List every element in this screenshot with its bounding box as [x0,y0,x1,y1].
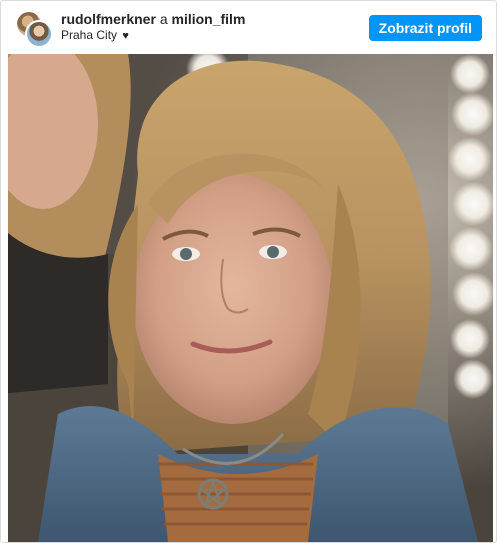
author-link-secondary[interactable]: milion_film [172,11,246,27]
post-header: rudolfmerkner a milion_film Praha City ♥… [1,1,496,54]
instagram-embed-card: rudolfmerkner a milion_film Praha City ♥… [0,0,497,543]
location-label: Praha City [61,28,118,42]
post-photo[interactable] [8,54,493,542]
author-link-primary[interactable]: rudolfmerkner [61,11,156,27]
author-connector: a [159,11,168,27]
heart-icon: ♥ [122,30,129,42]
post-authors: rudolfmerkner a milion_film [61,11,245,27]
collab-avatars[interactable] [15,9,53,48]
location-link[interactable]: Praha City ♥ [61,27,245,44]
post-meta: rudolfmerkner a milion_film Praha City ♥ [61,11,245,44]
avatar[interactable] [25,19,53,48]
portrait-photo [8,54,493,542]
view-profile-button[interactable]: Zobrazit profil [368,14,482,41]
